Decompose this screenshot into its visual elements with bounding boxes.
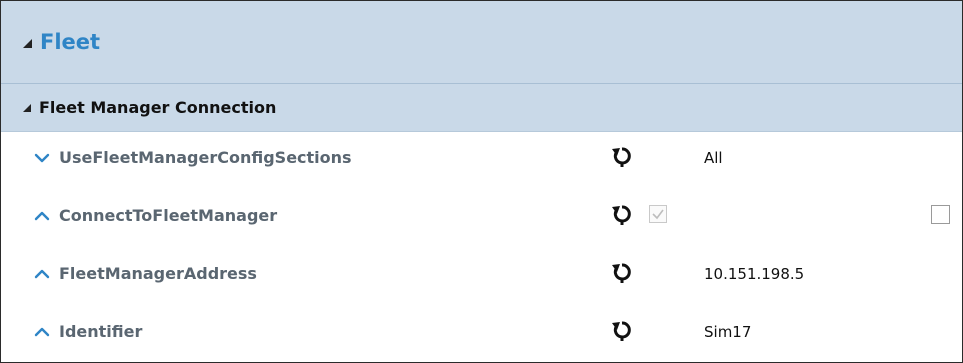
- chevron-up-icon[interactable]: [33, 207, 51, 225]
- connect-to-fleet-manager-checkbox[interactable]: [931, 205, 950, 224]
- collapse-triangle-icon[interactable]: [23, 103, 31, 112]
- category-title: Fleet: [40, 30, 101, 54]
- property-value[interactable]: Sim17: [704, 323, 751, 341]
- property-name: ConnectToFleetManager: [59, 206, 278, 225]
- chevron-up-icon[interactable]: [33, 265, 51, 283]
- chevron-up-icon[interactable]: [33, 323, 51, 341]
- property-name: UseFleetManagerConfigSections: [59, 148, 352, 167]
- property-name: Identifier: [59, 322, 143, 341]
- section-title: Fleet Manager Connection: [39, 98, 277, 117]
- property-row-connect-to-fleet-manager: ConnectToFleetManager: [1, 189, 962, 247]
- reset-default-icon[interactable]: [611, 261, 633, 285]
- checkmark-icon: [652, 209, 664, 220]
- default-value-checkbox: [649, 205, 667, 223]
- chevron-down-icon[interactable]: [33, 149, 51, 167]
- reset-default-icon[interactable]: [611, 203, 633, 227]
- property-value[interactable]: 10.151.198.5: [704, 265, 804, 283]
- section-header-fleet-manager-connection[interactable]: Fleet Manager Connection: [1, 84, 962, 132]
- property-row-use-fleet-manager-config-sections: UseFleetManagerConfigSections All: [1, 131, 962, 189]
- property-row-identifier: Identifier Sim17: [1, 305, 962, 363]
- property-row-fleet-manager-address: FleetManagerAddress 10.151.198.5: [1, 247, 962, 305]
- property-grid: Fleet Fleet Manager Connection UseFleetM…: [0, 0, 963, 363]
- reset-default-icon[interactable]: [611, 319, 633, 343]
- collapse-triangle-icon[interactable]: [23, 38, 32, 48]
- category-header-fleet[interactable]: Fleet: [1, 1, 962, 84]
- reset-default-icon[interactable]: [611, 145, 633, 169]
- property-name: FleetManagerAddress: [59, 264, 257, 283]
- property-value[interactable]: All: [704, 149, 723, 167]
